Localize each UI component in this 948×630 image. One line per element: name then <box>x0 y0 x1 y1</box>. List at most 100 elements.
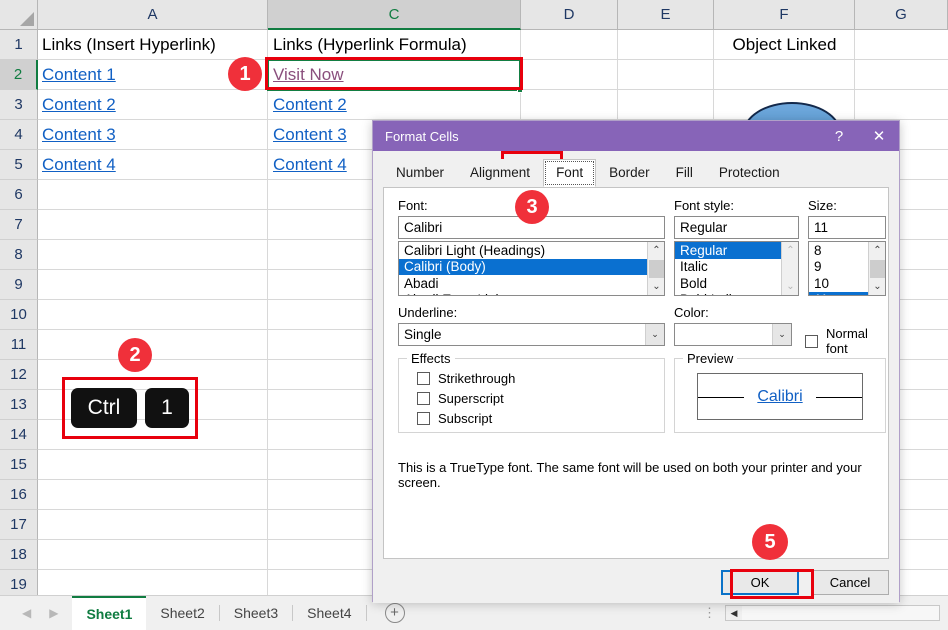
select-all-corner[interactable] <box>0 0 38 30</box>
tab-number[interactable]: Number <box>383 159 458 187</box>
tab-font[interactable]: Font <box>543 159 597 187</box>
scroll-down-icon[interactable]: ⌄ <box>869 278 885 295</box>
font-list-scrollbar[interactable]: ⌃ ⌄ <box>647 242 664 295</box>
font-style-list[interactable]: Regular Italic Bold Bold Italic ⌃ ⌄ <box>674 241 799 296</box>
font-style-label: Font style: <box>674 198 734 213</box>
font-color-select[interactable]: ⌄ <box>674 323 792 346</box>
row-header-6[interactable]: 6 <box>0 180 38 210</box>
row-header-1[interactable]: 1 <box>0 30 38 60</box>
underline-select[interactable]: Single ⌄ <box>398 323 665 346</box>
row-header-18[interactable]: 18 <box>0 540 38 570</box>
cell-f1[interactable]: Object Linked <box>715 30 854 59</box>
scroll-thumb[interactable] <box>649 260 664 278</box>
ok-button[interactable]: OK <box>721 570 799 595</box>
cell-a3[interactable]: Content 2 <box>38 90 266 119</box>
tab-resize-handle[interactable]: ⋮ <box>703 605 717 621</box>
row-header-17[interactable]: 17 <box>0 510 38 540</box>
normal-font-checkbox[interactable] <box>805 334 818 348</box>
row-header-8[interactable]: 8 <box>0 240 38 270</box>
font-style-label-text: Font style: <box>674 198 734 213</box>
cell-a5[interactable]: Content 4 <box>38 150 266 179</box>
sheet-nav-arrows[interactable]: ◀ ▶ <box>22 606 58 620</box>
size-input[interactable]: 11 <box>808 216 886 239</box>
superscript-checkbox[interactable] <box>417 392 430 405</box>
font-style-input[interactable]: Regular <box>674 216 799 239</box>
column-header-g[interactable]: G <box>855 0 948 30</box>
step-badge-1-label: 1 <box>239 62 251 85</box>
scroll-thumb[interactable] <box>870 260 885 278</box>
tab-alignment[interactable]: Alignment <box>457 159 544 187</box>
row-header-9[interactable]: 9 <box>0 270 38 300</box>
font-list[interactable]: Calibri Light (Headings) Calibri (Body) … <box>398 241 665 296</box>
sheet-tab-sheet2[interactable]: Sheet2 <box>146 596 218 630</box>
list-item[interactable]: 11 <box>809 291 870 295</box>
row-header-16[interactable]: 16 <box>0 480 38 510</box>
cell-a3-text: Content 2 <box>42 94 116 114</box>
row-header-7[interactable]: 7 <box>0 210 38 240</box>
column-header-d[interactable]: D <box>521 0 618 30</box>
strikethrough-row[interactable]: Strikethrough <box>417 371 515 386</box>
row-header-14[interactable]: 14 <box>0 420 38 450</box>
subscript-row[interactable]: Subscript <box>417 411 492 426</box>
tab-protection[interactable]: Protection <box>705 159 793 187</box>
list-item[interactable]: Regular <box>675 242 783 259</box>
list-item[interactable]: Calibri Light (Headings) <box>399 242 664 259</box>
list-item[interactable]: Calibri (Body) <box>399 258 649 275</box>
cell-c1[interactable]: Links (Hyperlink Formula) <box>269 30 519 59</box>
tab-fill[interactable]: Fill <box>662 159 706 187</box>
scroll-down-icon[interactable]: ⌄ <box>782 278 798 295</box>
column-header-c[interactable]: C <box>268 0 521 30</box>
sheet-tab-sheet3[interactable]: Sheet3 <box>220 596 292 630</box>
scroll-down-icon[interactable]: ⌄ <box>648 278 664 295</box>
chevron-down-icon[interactable]: ⌄ <box>645 324 664 345</box>
list-item[interactable]: Bold Italic <box>675 292 798 295</box>
add-sheet-button[interactable]: + <box>384 603 405 623</box>
cell-a4[interactable]: Content 3 <box>38 120 266 149</box>
row-header-3[interactable]: 3 <box>0 90 38 120</box>
tab-border[interactable]: Border <box>596 159 663 187</box>
list-item[interactable]: Italic <box>675 259 798 276</box>
superscript-row[interactable]: Superscript <box>417 391 504 406</box>
cell-c2[interactable]: Visit Now <box>269 60 519 89</box>
row-header-5[interactable]: 5 <box>0 150 38 180</box>
sheet-prev-arrow-icon[interactable]: ◀ <box>22 606 31 620</box>
row-header-15[interactable]: 15 <box>0 450 38 480</box>
fill-handle[interactable] <box>517 87 523 93</box>
scroll-left-icon[interactable]: ◀ <box>726 606 742 620</box>
help-icon[interactable]: ? <box>819 121 859 151</box>
row-header-10[interactable]: 10 <box>0 300 38 330</box>
sheet-tab-sheet4[interactable]: Sheet4 <box>293 596 365 630</box>
row-header-2[interactable]: 2 <box>0 60 38 90</box>
row-header-11[interactable]: 11 <box>0 330 38 360</box>
chevron-down-icon[interactable]: ⌄ <box>772 324 791 345</box>
excel-window: A C D E F G 1 2 3 4 5 6 7 8 9 10 11 12 1… <box>0 0 948 630</box>
list-item[interactable]: Abadi <box>399 275 664 292</box>
scroll-up-icon[interactable]: ⌃ <box>869 242 885 259</box>
column-header-e[interactable]: E <box>618 0 714 30</box>
column-header-f[interactable]: F <box>714 0 855 30</box>
size-list-scrollbar[interactable]: ⌃ ⌄ <box>868 242 885 295</box>
row-header-4[interactable]: 4 <box>0 120 38 150</box>
scroll-up-icon[interactable]: ⌃ <box>648 242 664 259</box>
row-header-12[interactable]: 12 <box>0 360 38 390</box>
cell-c3[interactable]: Content 2 <box>269 90 519 119</box>
sheet-tab-sheet1-label: Sheet1 <box>86 606 133 622</box>
subscript-checkbox[interactable] <box>417 412 430 425</box>
normal-font-checkbox-row[interactable]: Normal font <box>805 326 888 356</box>
column-header-a[interactable]: A <box>38 0 268 30</box>
list-item[interactable]: Abadi Extra Light <box>399 292 664 295</box>
sheet-tab-sheet1[interactable]: Sheet1 <box>72 595 147 630</box>
cancel-button[interactable]: Cancel <box>811 570 889 595</box>
row-header-7-label: 7 <box>14 216 23 233</box>
close-icon[interactable]: ✕ <box>859 121 899 151</box>
list-item[interactable]: Bold <box>675 275 798 292</box>
dialog-title-bar[interactable]: Format Cells ? ✕ <box>373 121 899 151</box>
row-header-13[interactable]: 13 <box>0 390 38 420</box>
scroll-up-icon[interactable]: ⌃ <box>782 242 798 259</box>
size-list[interactable]: 8 9 10 11 12 14 ⌃ ⌄ <box>808 241 886 296</box>
cell-a1[interactable]: Links (Insert Hyperlink) <box>38 30 266 59</box>
font-style-scrollbar[interactable]: ⌃ ⌄ <box>781 242 798 295</box>
strikethrough-checkbox[interactable] <box>417 372 430 385</box>
horizontal-scrollbar[interactable]: ◀ <box>725 605 940 621</box>
sheet-next-arrow-icon[interactable]: ▶ <box>49 606 58 620</box>
